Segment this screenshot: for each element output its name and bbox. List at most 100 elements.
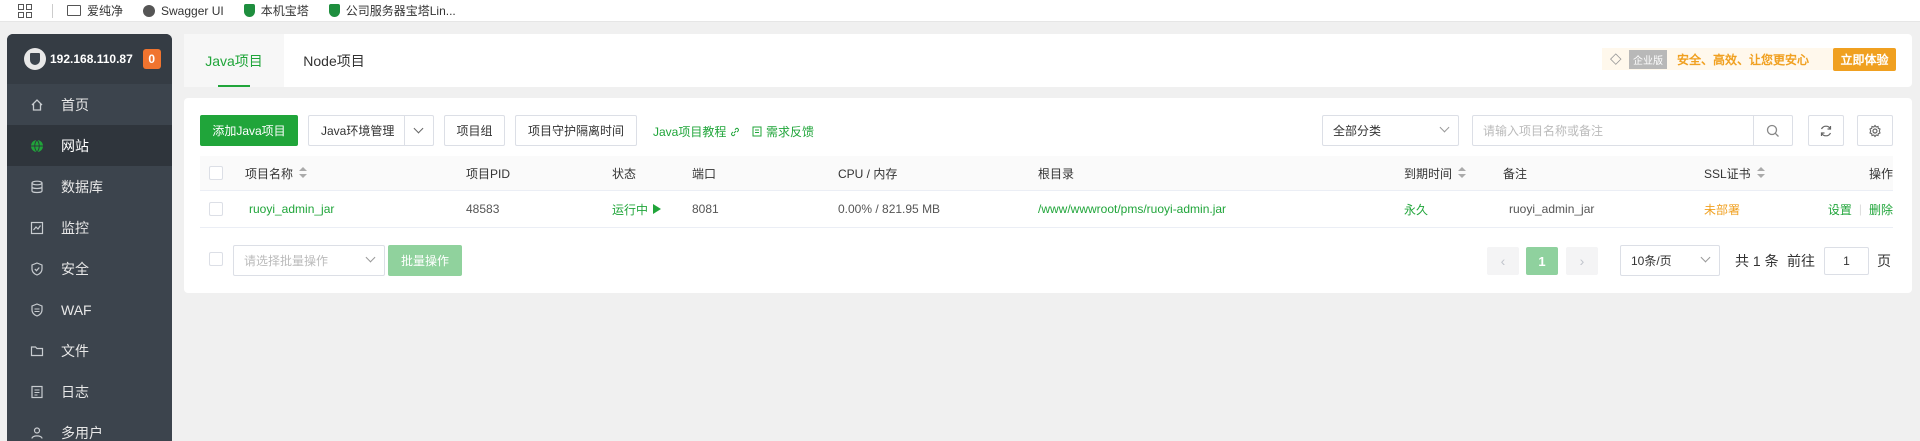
monitor-icon xyxy=(27,221,47,235)
page-size-select[interactable]: 10条/页 xyxy=(1620,245,1720,276)
project-port: 8081 xyxy=(692,202,719,216)
project-search-input[interactable]: 请输入项目名称或备注 xyxy=(1472,115,1754,146)
sidebar-item-logs[interactable]: 日志 xyxy=(7,371,172,412)
project-status[interactable]: 运行中 xyxy=(612,191,662,227)
project-remark[interactable]: ruoyi_admin_jar xyxy=(1509,191,1594,227)
tab-label: Node项目 xyxy=(303,52,365,69)
folder-icon xyxy=(27,344,47,358)
tab-label: Java项目 xyxy=(205,52,263,69)
project-status-label: 运行中 xyxy=(612,202,649,217)
home-icon xyxy=(27,98,47,112)
header-root-dir: 根目录 xyxy=(1038,156,1074,190)
tab-node-project[interactable]: Node项目 xyxy=(284,34,384,87)
settings-button[interactable] xyxy=(1857,115,1893,146)
java-env-manage-label: Java环境管理 xyxy=(321,124,395,138)
sidebar-item-security[interactable]: 安全 xyxy=(7,248,172,289)
bookmark-label: 本机宝塔 xyxy=(260,4,309,18)
page-number-1[interactable]: 1 xyxy=(1526,247,1558,275)
bookmarks-bar: 爱纯净 Swagger UI 本机宝塔 公司服务器宝塔Lin... xyxy=(0,0,1920,22)
project-expire[interactable]: 永久 xyxy=(1404,191,1428,227)
tab-java-project[interactable]: Java项目 xyxy=(184,34,284,87)
sidebar-item-website[interactable]: 网站 xyxy=(7,125,172,166)
total-count: 共 1 条 xyxy=(1735,253,1779,269)
row-checkbox[interactable] xyxy=(209,202,223,216)
project-ssl-status[interactable]: 未部署 xyxy=(1704,191,1740,227)
header-ssl[interactable]: SSL证书 xyxy=(1704,156,1765,190)
waf-shield-icon xyxy=(27,302,47,317)
header-expire[interactable]: 到期时间 xyxy=(1404,156,1467,190)
guard-isolation-time-button[interactable]: 项目守护隔离时间 xyxy=(515,115,637,146)
play-icon xyxy=(653,204,662,214)
sort-icon[interactable] xyxy=(299,167,308,179)
sidebar-item-label: 日志 xyxy=(61,383,89,400)
category-select[interactable]: 全部分类 xyxy=(1322,115,1459,146)
goto-page-input[interactable]: 1 xyxy=(1824,247,1869,275)
batch-operation-button[interactable]: 批量操作 xyxy=(388,245,462,276)
project-group-button[interactable]: 项目组 xyxy=(444,115,505,146)
project-name-link[interactable]: ruoyi_admin_jar xyxy=(249,191,334,227)
java-env-manage-button[interactable]: Java环境管理 xyxy=(308,115,434,146)
sidebar-item-label: 监控 xyxy=(61,219,89,236)
chevron-down-icon xyxy=(413,123,424,134)
apps-grid-icon[interactable] xyxy=(18,3,34,18)
sidebar-item-users[interactable]: 多用户 xyxy=(7,412,172,441)
project-pid: 48583 xyxy=(466,202,500,216)
goto-label: 前往 xyxy=(1787,253,1815,269)
bookmark-label: 爱纯净 xyxy=(87,4,124,18)
refresh-icon xyxy=(1820,125,1832,136)
sidebar-item-waf[interactable]: WAF xyxy=(7,289,172,330)
select-all-checkbox[interactable] xyxy=(209,166,223,180)
prev-page-button[interactable]: ‹ xyxy=(1487,247,1519,275)
row-checkbox-cell xyxy=(209,191,223,227)
enterprise-tag: 企业版 xyxy=(1629,49,1667,69)
batch-operation-select[interactable]: 请选择批量操作 xyxy=(233,245,385,276)
sidebar-item-label: 文件 xyxy=(61,342,89,359)
security-shield-icon xyxy=(27,261,47,276)
try-now-button[interactable]: 立即体验 xyxy=(1833,48,1896,71)
header-status: 状态 xyxy=(612,156,636,190)
refresh-button[interactable] xyxy=(1808,115,1844,146)
header-name[interactable]: 项目名称 xyxy=(245,156,308,190)
add-java-project-button[interactable]: 添加Java项目 xyxy=(200,115,298,146)
bookmarks-separator xyxy=(52,3,53,18)
chevron-down-icon xyxy=(365,252,376,263)
header-cpu-memory-label: CPU / 内存 xyxy=(838,166,898,181)
next-page-button[interactable]: › xyxy=(1566,247,1598,275)
bookmark-item[interactable]: 爱纯净 xyxy=(67,2,123,19)
env-dropdown-toggle[interactable] xyxy=(404,116,434,145)
log-icon xyxy=(27,385,47,399)
header-expire-label: 到期时间 xyxy=(1404,166,1453,181)
sidebar-item-home[interactable]: 首页 xyxy=(7,84,172,125)
select-all-checkbox-cell xyxy=(209,156,223,190)
header-port: 端口 xyxy=(692,156,716,190)
header-remark: 备注 xyxy=(1503,156,1527,190)
server-logo-icon xyxy=(24,48,46,70)
sidebar-item-monitor[interactable]: 监控 xyxy=(7,207,172,248)
sidebar-item-database[interactable]: 数据库 xyxy=(7,166,172,207)
settings-link[interactable]: 设置 xyxy=(1828,201,1852,218)
header-status-label: 状态 xyxy=(612,166,637,181)
sidebar-item-files[interactable]: 文件 xyxy=(7,330,172,371)
search-placeholder: 请输入项目名称或备注 xyxy=(1483,124,1604,138)
bookmark-item[interactable]: 公司服务器宝塔Lin... xyxy=(328,2,456,19)
sort-icon[interactable] xyxy=(1756,167,1765,179)
header-operations: 操作 xyxy=(1869,156,1893,190)
diamond-icon xyxy=(1610,49,1626,67)
java-tutorial-link[interactable]: Java项目教程 xyxy=(653,123,740,140)
row-operations: 设置 | 删除 xyxy=(1828,191,1893,227)
footer-select-all-checkbox[interactable] xyxy=(209,252,223,266)
header-port-label: 端口 xyxy=(692,166,717,181)
feedback-link[interactable]: 需求反馈 xyxy=(752,123,814,140)
notification-badge[interactable]: 0 xyxy=(142,49,161,69)
project-cpu-memory: 0.00% / 821.95 MB xyxy=(838,202,941,216)
project-type-tabs: Java项目 Node项目 企业版 安全、高效、让您更安心 立即体验 xyxy=(184,34,1912,87)
search-button[interactable] xyxy=(1753,115,1793,146)
search-icon xyxy=(1766,124,1779,137)
project-root-dir-link[interactable]: /www/wwwroot/pms/ruoyi-admin.jar xyxy=(1038,191,1226,227)
bookmark-item[interactable]: Swagger UI xyxy=(143,4,224,18)
sidebar-header: 192.168.110.87 0 xyxy=(7,34,172,84)
bookmark-item[interactable]: 本机宝塔 xyxy=(243,2,309,19)
delete-link[interactable]: 删除 xyxy=(1869,201,1893,218)
enterprise-slogan: 安全、高效、让您更安心 xyxy=(1677,52,1810,67)
sort-icon[interactable] xyxy=(1458,167,1467,179)
